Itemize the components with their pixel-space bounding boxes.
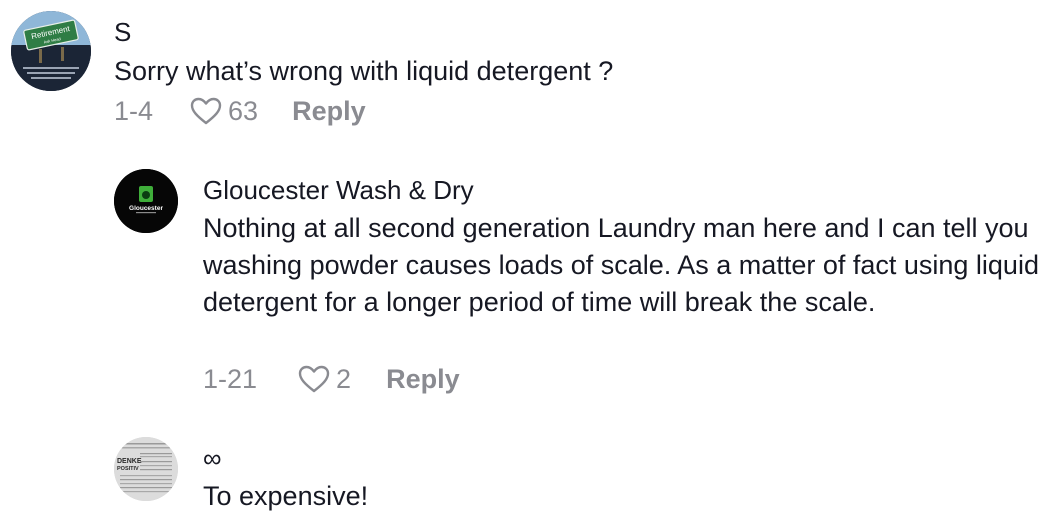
- heart-icon: [298, 365, 330, 393]
- comment-text: Sorry what’s wrong with liquid detergent…: [114, 56, 614, 86]
- reply-button[interactable]: Reply: [386, 364, 460, 395]
- comment-text: To expensive!: [203, 481, 369, 511]
- heart-icon: [190, 97, 222, 125]
- comment-username[interactable]: Gloucester Wash & Dry: [203, 175, 474, 205]
- comment-text: Nothing at all second generation Laundry…: [203, 213, 1039, 317]
- avatar[interactable]: DENKE POSITIV: [114, 437, 178, 501]
- comment-username[interactable]: S: [114, 17, 131, 47]
- avatar[interactable]: Retirement Ask Head: [11, 11, 91, 91]
- newspaper-avatar-icon: DENKE POSITIV: [114, 437, 178, 501]
- comment-date: 1-21: [203, 363, 258, 394]
- svg-text:POSITIV: POSITIV: [117, 466, 139, 472]
- comment-username[interactable]: ∞: [203, 443, 222, 473]
- comment-meta: 1-21 2 Reply: [203, 361, 460, 397]
- avatar[interactable]: Gloucester: [114, 169, 178, 233]
- like-button[interactable]: 63: [189, 96, 258, 127]
- comment-meta: 1-4 63 Reply: [114, 93, 366, 129]
- like-button[interactable]: 2: [297, 364, 351, 395]
- like-count: 2: [336, 363, 352, 394]
- like-count: 63: [228, 95, 259, 126]
- washing-machine-logo-icon: Gloucester: [114, 169, 178, 233]
- reply-button[interactable]: Reply: [292, 96, 366, 127]
- comment-date: 1-4: [114, 95, 154, 126]
- svg-text:DENKE: DENKE: [117, 458, 142, 465]
- svg-text:Gloucester: Gloucester: [129, 205, 163, 212]
- retirement-sign-icon: Retirement Ask Head: [11, 11, 91, 91]
